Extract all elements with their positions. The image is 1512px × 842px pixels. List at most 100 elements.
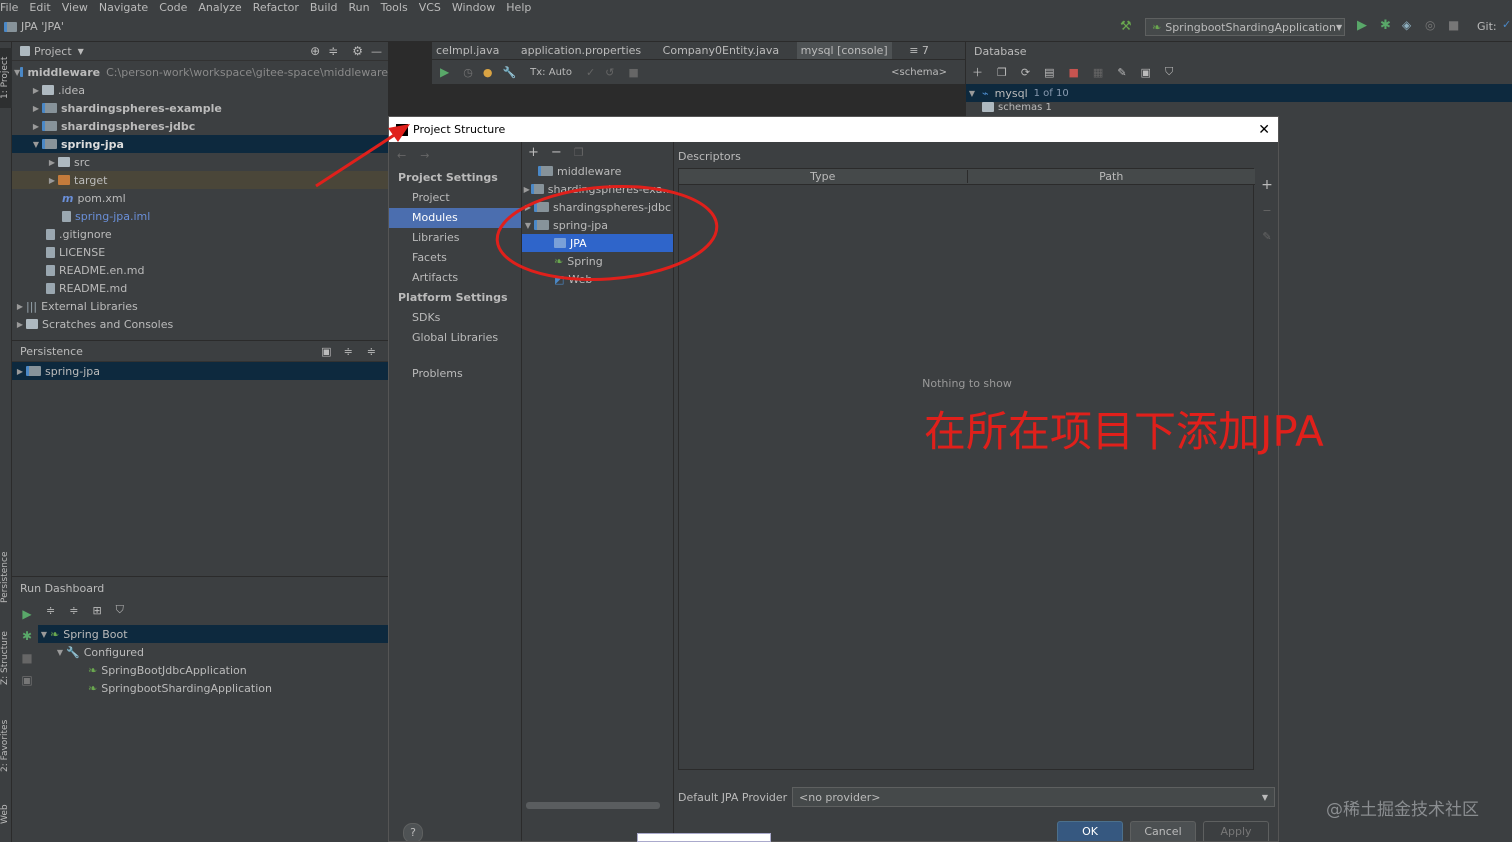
breadcrumb[interactable]: JPA 'JPA' [4,20,64,33]
menu-vcs[interactable]: VCS [419,1,441,14]
menu-navigate[interactable]: Navigate [99,1,148,14]
column-path[interactable]: Path [968,170,1256,183]
schema-select[interactable]: <schema> [891,67,947,78]
expand-all-icon[interactable]: ≑ [46,604,55,617]
tree-row-root[interactable]: ▼ middleware C:\person-work\workspace\gi… [12,63,388,81]
add-icon[interactable]: + [528,145,539,160]
tree-row-src[interactable]: ▶ src [12,153,388,171]
db-row-schemas[interactable]: schemas 1 [966,102,1512,112]
stop-icon[interactable]: ■ [1069,66,1079,79]
tree-row-readme[interactable]: README.md [12,279,388,297]
table-icon[interactable]: ▦ [1093,66,1103,79]
project-panel-title[interactable]: Project [34,45,72,58]
coverage-icon[interactable]: ◈ [1402,18,1411,32]
expand-arrow-icon[interactable]: ▶ [14,320,26,329]
structure-tool-tab[interactable]: Z: Structure [0,622,12,694]
db-row-mysql[interactable]: ▼ ⌁ mysql 1 of 10 [966,84,1512,102]
console-icon[interactable]: ▣ [1141,66,1151,79]
stop-icon[interactable]: ■ [1448,18,1459,32]
module-row-shardingspheres-jdbc[interactable]: ▶ shardingspheres-jdbc [522,198,673,216]
rollback-icon[interactable]: ↺ [605,66,614,79]
menu-run[interactable]: Run [349,1,370,14]
tab-company0entity[interactable]: Company0Entity.java [659,42,783,59]
tab-mysql-console[interactable]: mysql [console] [796,42,892,59]
tree-row-target[interactable]: ▶ target [12,171,388,189]
persistence-tool-tab[interactable]: Persistence [0,542,12,612]
expand-arrow-icon[interactable]: ▼ [38,630,50,639]
tab-ceimpl[interactable]: ceImpl.java [432,42,503,59]
copy-icon[interactable]: ❐ [997,66,1007,79]
web-tool-tab[interactable]: Web [0,794,12,834]
expand-arrow-icon[interactable]: ▶ [522,203,534,212]
run-row-app2[interactable]: ❧ SpringbootShardingApplication [38,679,388,697]
module-row-middleware[interactable]: middleware [522,162,673,180]
run-row-app1[interactable]: ❧ SpringBootJdbcApplication [38,661,388,679]
menu-window[interactable]: Window [452,1,495,14]
expand-arrow-icon[interactable]: ▶ [30,122,42,131]
cancel-button[interactable]: Cancel [1130,821,1196,841]
forward-icon[interactable]: → [420,149,429,162]
menu-analyze[interactable]: Analyze [198,1,241,14]
expand-arrow-icon[interactable]: ▶ [14,302,26,311]
nav-artifacts[interactable]: Artifacts [389,268,521,288]
tree-row-pom[interactable]: m pom.xml [12,189,388,207]
tree-row-idea[interactable]: ▶ .idea [12,81,388,99]
collapse-icon[interactable]: ≑ [328,44,338,58]
expand-arrow-icon[interactable]: ▶ [46,158,58,167]
ok-button[interactable]: OK [1057,821,1123,841]
menu-help[interactable]: Help [506,1,531,14]
expand-arrow-icon[interactable]: ▶ [30,104,42,113]
menu-file[interactable]: File [0,1,18,14]
tree-row-license[interactable]: LICENSE [12,243,388,261]
persistence-row-spring-jpa[interactable]: ▶ spring-jpa [12,362,388,380]
layout-icon[interactable]: ▣ [18,669,36,691]
add-icon[interactable]: ＋ [972,64,983,80]
module-row-spring-jpa[interactable]: ▼ spring-jpa [522,216,673,234]
tree-row-shardingspheres-example[interactable]: ▶ shardingspheres-example [12,99,388,117]
nav-modules[interactable]: Modules [389,208,521,228]
nav-libraries[interactable]: Libraries [389,228,521,248]
profile-icon[interactable]: ◎ [1425,18,1435,32]
run-row-configured[interactable]: ▼ 🔧 Configured [38,643,388,661]
stop-icon[interactable]: ■ [18,647,36,669]
run-icon[interactable]: ▶ [1357,18,1367,33]
tree-row-readme-en[interactable]: README.en.md [12,261,388,279]
schema-icon[interactable]: ▤ [1044,66,1054,79]
expand-arrow-icon[interactable]: ▼ [30,140,42,149]
hide-icon[interactable]: — [371,45,382,58]
menu-tools[interactable]: Tools [381,1,408,14]
project-tool-tab[interactable]: 1: Project [0,48,12,108]
filter-icon[interactable]: ⛉ [1165,65,1173,79]
git-check-icon[interactable]: ✓ [1502,18,1511,31]
tx-mode[interactable]: Tx: Auto [530,67,572,78]
expand-arrow-icon[interactable]: ▼ [54,648,66,657]
back-icon[interactable]: ← [397,149,406,162]
filter-icon[interactable]: ⛉ [116,603,124,617]
history-icon[interactable]: ◷ [463,66,473,79]
expand-arrow-icon[interactable]: ▼ [966,89,978,98]
pin-icon[interactable]: ● [483,66,493,79]
module-row-jpa[interactable]: JPA [522,234,673,252]
commit-icon[interactable]: ✓ [586,66,595,79]
locate-icon[interactable]: ⊕ [310,44,320,58]
remove-icon[interactable]: − [551,145,562,160]
expand-arrow-icon[interactable]: ▶ [46,176,58,185]
menu-refactor[interactable]: Refactor [253,1,299,14]
tree-row-shardingspheres-jdbc[interactable]: ▶ shardingspheres-jdbc [12,117,388,135]
tree-row-iml[interactable]: spring-jpa.iml [12,207,388,225]
provider-select[interactable]: <no provider> ▼ [792,787,1275,807]
menu-code[interactable]: Code [159,1,187,14]
module-row-shardingspheres-example[interactable]: ▶ shardingspheres-exa... [522,180,673,198]
tab-overflow[interactable]: ≡ 7 [905,42,933,59]
remove-descriptor-icon[interactable]: − [1258,198,1276,224]
run-icon[interactable]: ▶ [18,603,36,625]
gear-icon[interactable]: ⚙ [352,44,363,58]
stop-icon[interactable]: ■ [628,66,638,79]
tree-row-spring-jpa[interactable]: ▼ spring-jpa [12,135,388,153]
favorites-tool-tab[interactable]: 2: Favorites [0,710,12,782]
expand-all-icon[interactable]: ≑ [344,345,353,358]
ime-toolbar[interactable] [637,833,771,842]
menu-build[interactable]: Build [310,1,338,14]
nav-project[interactable]: Project [389,188,521,208]
tree-row-gitignore[interactable]: .gitignore [12,225,388,243]
